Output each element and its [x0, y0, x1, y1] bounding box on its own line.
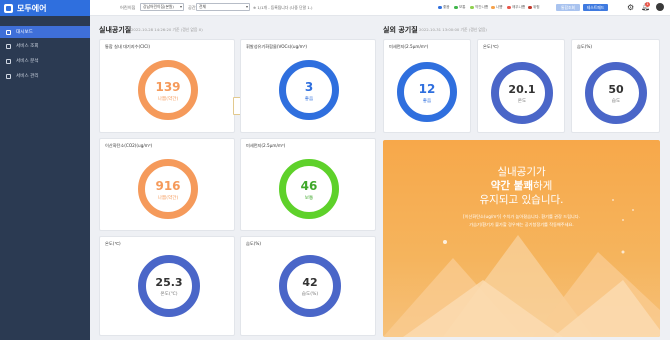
card-title: 습도(%)	[577, 44, 592, 49]
gauge-ring: 139 나쁨(약간)	[138, 60, 198, 120]
indoor-timestamp: 2022-10-28 14:26:20 기준 (갱신 없음 X)	[131, 27, 203, 32]
banner-line2-strong: 약간 불쾌	[490, 180, 533, 192]
legend-bad: 나쁨	[491, 5, 503, 10]
logo-icon	[4, 3, 13, 13]
card-title: 이산화탄소(CO2)(ug/m³)	[105, 143, 153, 148]
user-avatar-icon[interactable]	[656, 3, 664, 11]
legend-danger: 위험	[528, 5, 540, 10]
banner-line2: 약간 불쾌하게	[383, 179, 660, 193]
indoor-card-cici: 통합 실내 대기지수(CICI) 139 나쁨(약간)	[99, 39, 235, 133]
sidebar-item-label: 서비스 분석	[16, 59, 39, 64]
analysis-icon	[6, 58, 11, 64]
location-label: 어린이집	[120, 5, 136, 10]
gauge-ring: 42 습도(%)	[279, 255, 341, 317]
sidebar-item-service-view[interactable]: 서비스 조회	[0, 40, 90, 52]
indoor-card-co2: 이산화탄소(CO2)(ug/m³) 916 나쁨(약간)	[99, 138, 235, 231]
legend-dot-icon	[454, 5, 458, 10]
space-label: 공간	[188, 5, 196, 10]
gauge-status: 좋음	[422, 99, 432, 104]
sidebar-item-service-analysis[interactable]: 서비스 분석	[0, 55, 90, 67]
gauge-status: 온도(℃)	[160, 292, 178, 297]
gauge-status: 나쁨(약간)	[157, 97, 179, 102]
gauge-ring: 25.3 온도(℃)	[138, 255, 200, 317]
air-status-banner: 실내공기가 약간 불쾌하게 유지되고 있습니다. [이산화탄소(ug/m³)] …	[383, 140, 660, 337]
gear-icon[interactable]: ⚙	[627, 3, 634, 12]
gauge-value: 50	[608, 83, 624, 96]
legend-very-bad: 매우나쁨	[507, 5, 525, 10]
dashboard-icon	[6, 29, 11, 35]
banner-line2-rest: 하게	[532, 180, 553, 192]
topbar: 어린이집 강남어린이집(본원) 공간 전체 ※ 1/1개 - 등록됩니다 (나중…	[90, 0, 670, 16]
app-logo[interactable]: 모두에어	[0, 0, 90, 16]
legend-slightly-bad: 약간나쁨	[470, 5, 488, 10]
legend-good: 좋음	[438, 5, 450, 10]
query-button[interactable]: 통합조회	[556, 4, 580, 11]
banner-sub1: [이산화탄소(ug/m³)] 수치가 높아졌습니다. 환기를 권장 드립니다.	[463, 214, 580, 219]
notification-badge: 1	[645, 2, 650, 7]
legend-dot-icon	[491, 5, 495, 10]
card-title: 온도(℃)	[105, 241, 121, 246]
card-title: 휘발성유기화합물(VOCs)(ug/m³)	[246, 44, 308, 49]
banner-line3: 유지되고 있습니다.	[479, 194, 564, 206]
gauge-value: 20.1	[508, 83, 536, 96]
gauge-ring: 12 좋음	[397, 62, 457, 122]
gauge-ring: 20.1 온도	[491, 62, 553, 124]
chart-icon	[6, 43, 11, 49]
legend-dot-icon	[507, 5, 511, 10]
gauge-value: 46	[300, 179, 318, 193]
card-title: 미세먼지(2.5μm/m³)	[246, 143, 286, 148]
gauge-ring: 3 좋음	[279, 60, 339, 120]
outdoor-title: 실외 공기질	[383, 26, 418, 34]
gauge-ring: 50 습도	[585, 62, 647, 124]
sidebar-item-label: 대시보드	[16, 30, 33, 35]
gauge-status: 습도	[611, 99, 621, 104]
indoor-card-pm25: 미세먼지(2.5μm/m³) 46 보통	[240, 138, 376, 231]
gauge-status: 온도	[517, 99, 527, 104]
settings-icon	[6, 73, 11, 79]
gauge-value: 12	[418, 82, 436, 96]
sidebar-item-service-manage[interactable]: 서비스 관리	[0, 70, 90, 82]
gauge-value: 916	[155, 179, 181, 193]
location-select[interactable]: 강남어린이집(본원)	[140, 3, 184, 11]
outdoor-timestamp: 2022-10-31 13:00:00 기준 (갱신 없음)	[419, 27, 487, 32]
outdoor-card-pm25: 미세먼지(2.5μm/m³) 12 좋음	[383, 39, 471, 133]
gauge-ring: 46 보통	[279, 159, 339, 219]
app-title: 모두에어	[17, 3, 47, 13]
legend-normal: 보통	[454, 5, 466, 10]
gauge-status: 나쁨(약간)	[157, 196, 179, 201]
banner-line1: 실내공기가	[497, 166, 546, 178]
legend-dot-icon	[438, 5, 442, 10]
indoor-card-humidity: 습도(%) 42 습도(%)	[240, 236, 376, 336]
gauge-value: 139	[155, 80, 181, 94]
testpad-button[interactable]: 테스트패드	[583, 4, 608, 11]
outdoor-card-humidity: 습도(%) 50 습도	[571, 39, 660, 133]
sidebar-item-label: 서비스 조회	[16, 44, 39, 49]
indoor-card-temp: 온도(℃) 25.3 온도(℃)	[99, 236, 235, 336]
card-title: 온도(℃)	[483, 44, 499, 49]
gauge-status: 좋음	[304, 97, 314, 102]
card-title: 습도(%)	[246, 241, 261, 246]
indoor-card-vocs: 휘발성유기화합물(VOCs)(ug/m³) 3 좋음	[240, 39, 376, 133]
gauge-value: 3	[304, 80, 314, 94]
indoor-title: 실내공기질	[99, 26, 132, 34]
legend-dot-icon	[470, 5, 474, 10]
gauge-status: 보통	[304, 196, 314, 201]
gauge-status: 습도(%)	[301, 292, 319, 297]
gauge-value: 25.3	[155, 276, 183, 289]
card-title: 통합 실내 대기지수(CICI)	[105, 44, 151, 49]
banner-sub2: 가습기/환기가 불가할 경우에는 공기청정기를 작동해주세요.	[469, 222, 574, 227]
sidebar-item-dashboard[interactable]: 대시보드	[0, 26, 90, 38]
outdoor-card-temp: 온도(℃) 20.1 온도	[477, 39, 565, 133]
selected-note: ※ 1/1개 - 등록됩니다 (나중 단말 1.)	[253, 5, 313, 10]
sidebar-item-label: 서비스 관리	[16, 74, 39, 79]
gauge-ring: 916 나쁨(약간)	[138, 159, 198, 219]
legend-dot-icon	[528, 5, 532, 10]
space-select[interactable]: 전체	[196, 3, 250, 11]
card-title: 미세먼지(2.5μm/m³)	[389, 44, 429, 49]
gauge-value: 42	[302, 276, 318, 289]
